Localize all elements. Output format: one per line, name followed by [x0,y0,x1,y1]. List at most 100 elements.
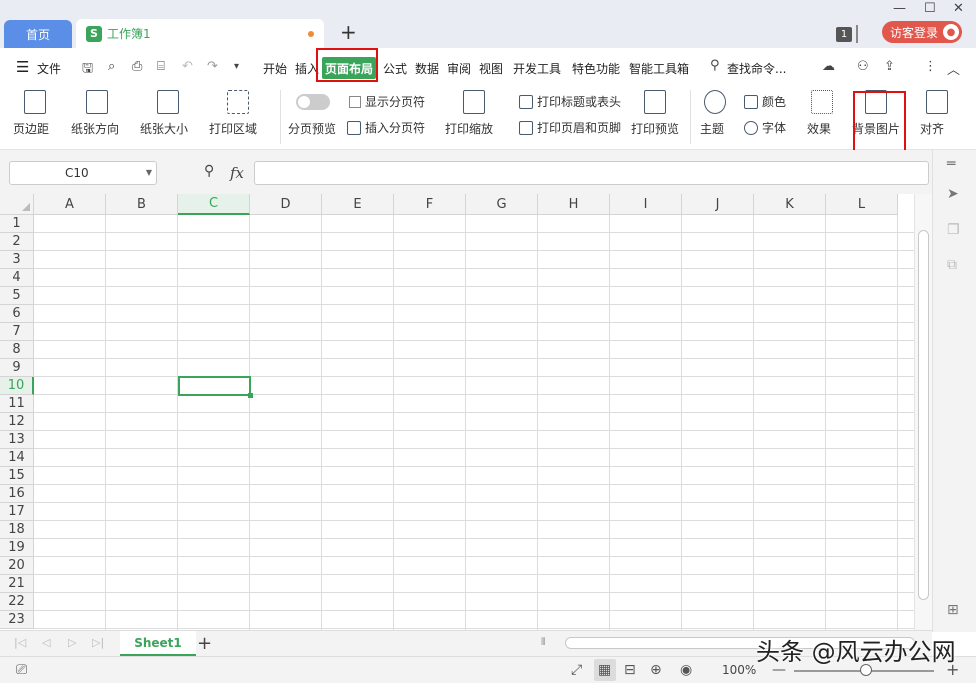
home-tab[interactable]: 首页 [4,20,72,48]
print-preview-icon[interactable]: ⌸ [157,59,165,74]
page-break-view-icon[interactable]: ⊟ [624,662,636,678]
print-titles-button[interactable]: 打印标题或表头 [519,93,621,110]
page-break-preview-toggle[interactable] [296,94,330,110]
minimize-button[interactable]: — [893,1,906,16]
window-count-badge[interactable]: 1 [836,27,852,42]
print-preview-label[interactable]: 打印预览 [631,120,679,137]
row-header[interactable]: 12 [0,413,34,431]
first-sheet-icon[interactable]: |◁ [14,636,26,649]
margins-label[interactable]: 页边距 [13,120,49,137]
more-icon[interactable]: ⋮ [924,59,937,74]
row-header[interactable]: 21 [0,575,34,593]
cursor-icon[interactable]: ➤ [947,186,959,202]
guest-login-button[interactable]: 访客登录 ● [882,21,962,43]
workbook-tab[interactable]: S 工作簿1 [76,19,324,48]
redo-icon[interactable]: ↷ [207,59,218,74]
fullscreen-icon[interactable]: ⤢ [571,662,582,678]
add-sheet-button[interactable]: + [197,633,212,654]
print-icon[interactable]: ⎙ [132,59,142,74]
grid-apps-icon[interactable]: ⊞ [947,602,959,618]
row-header[interactable]: 19 [0,539,34,557]
print-area-button[interactable] [227,84,249,114]
formula-input[interactable] [254,161,929,185]
column-header[interactable]: L [826,194,898,215]
eye-protection-icon[interactable]: ◉ [680,662,692,678]
macro-icon[interactable]: ⎚ [16,662,27,678]
print-scale-button[interactable] [463,84,485,114]
fonts-button[interactable]: 字体 [744,119,786,136]
close-button[interactable]: ✕ [953,1,964,16]
row-header[interactable]: 16 [0,485,34,503]
last-sheet-icon[interactable]: ▷| [92,636,104,649]
column-header[interactable]: G [466,194,538,215]
menu-view[interactable]: 视图 [479,60,503,77]
print-area-label[interactable]: 打印区域 [209,120,257,137]
theme-label[interactable]: 主题 [700,120,724,137]
vertical-scroll-thumb[interactable] [918,230,929,600]
paper-size-button[interactable] [157,84,179,114]
row-header[interactable]: 2 [0,233,34,251]
sheet-tab-sheet1[interactable]: Sheet1 [120,631,196,656]
print-preview-button[interactable] [644,84,666,114]
paper-size-label[interactable]: 纸张大小 [140,120,188,137]
format-icon[interactable]: ⧉ [947,257,957,273]
column-header[interactable]: I [610,194,682,215]
theme-button[interactable] [704,84,726,114]
row-header[interactable]: 5 [0,287,34,305]
colors-button[interactable]: 颜色 [744,93,786,110]
row-header[interactable]: 4 [0,269,34,287]
align-button[interactable] [926,84,948,114]
zoom-level[interactable]: 100% [722,663,756,677]
row-header[interactable]: 1 [0,215,34,233]
name-box[interactable]: C10 ▼ [9,161,157,185]
align-label[interactable]: 对齐 [920,120,944,137]
cell-area[interactable] [34,215,914,630]
new-tab-button[interactable]: + [340,22,357,42]
row-header[interactable]: 15 [0,467,34,485]
column-header[interactable]: K [754,194,826,215]
hamburger-icon[interactable]: ☰ [16,58,29,76]
column-header[interactable]: D [250,194,322,215]
row-header[interactable]: 3 [0,251,34,269]
header-footer-button[interactable]: 打印页眉和页脚 [519,119,621,136]
customize-chevron-icon[interactable]: ▾ [234,61,239,72]
column-header[interactable]: C [178,194,250,215]
row-header[interactable]: 22 [0,593,34,611]
row-header[interactable]: 14 [0,449,34,467]
menu-formulas[interactable]: 公式 [383,60,407,77]
orientation-button[interactable] [86,84,108,114]
column-header[interactable]: F [394,194,466,215]
menu-features[interactable]: 特色功能 [572,60,620,77]
row-header[interactable]: 23 [0,611,34,629]
orientation-label[interactable]: 纸张方向 [71,120,119,137]
row-header[interactable]: 10 [0,377,34,395]
row-header[interactable]: 17 [0,503,34,521]
selected-cell[interactable] [178,376,253,398]
panel-handle-icon[interactable]: ═ [947,156,955,172]
vertical-scrollbar[interactable] [914,194,932,630]
row-header[interactable]: 18 [0,521,34,539]
page-layout-view-icon[interactable]: ⊕ [650,662,662,678]
cloud-icon[interactable]: ☁ [822,59,835,74]
prev-sheet-icon[interactable]: ◁ [42,636,50,649]
margins-button[interactable] [24,84,46,114]
row-header[interactable]: 9 [0,359,34,377]
collapse-ribbon-icon[interactable]: ︿ [947,59,960,78]
zoom-search-icon[interactable]: ⚲ [204,163,214,179]
insert-page-break-button[interactable]: 插入分页符 [347,119,425,136]
menu-smart-toolbox[interactable]: 智能工具箱 [629,60,689,77]
maximize-button[interactable]: ☐ [924,1,936,16]
print-scale-label[interactable]: 打印缩放 [445,120,493,137]
show-page-breaks-checkbox[interactable]: 显示分页符 [349,93,425,110]
scroll-split-icon[interactable]: ⦀ [541,637,545,648]
format-painter-icon[interactable]: ⌕ [108,59,115,74]
column-header[interactable]: J [682,194,754,215]
undo-icon[interactable]: ↶ [182,59,193,74]
next-sheet-icon[interactable]: ▷ [68,636,76,649]
function-icon[interactable]: fx [230,164,244,182]
column-header[interactable]: E [322,194,394,215]
column-header[interactable]: A [34,194,106,215]
select-all-corner[interactable] [0,194,34,215]
normal-view-icon[interactable]: ▦ [598,662,611,678]
row-header[interactable]: 13 [0,431,34,449]
